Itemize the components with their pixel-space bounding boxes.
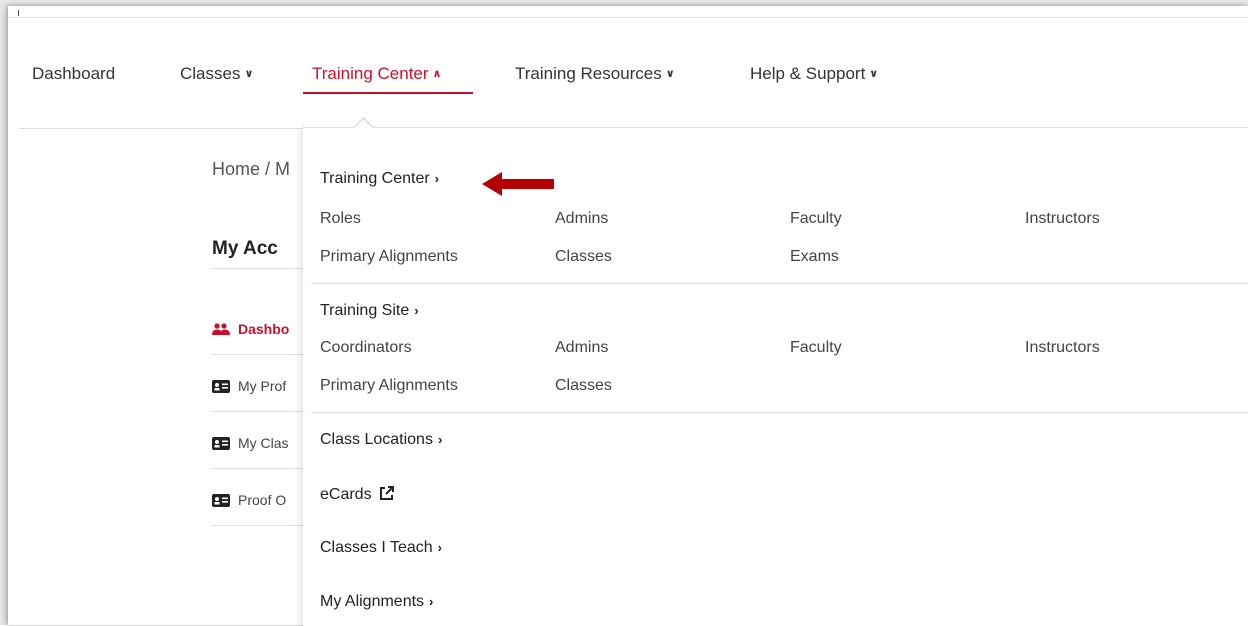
dropdown-link-classes-i-teach[interactable]: Classes I Teach › xyxy=(320,539,442,557)
breadcrumb[interactable]: Home / M xyxy=(212,159,290,180)
dropdown-divider xyxy=(311,283,1248,284)
sidebar-divider xyxy=(212,268,312,269)
dropdown-link-my-alignments[interactable]: My Alignments › xyxy=(320,593,433,611)
chevron-up-icon: ∧ xyxy=(432,68,442,80)
heading-label: eCards xyxy=(320,486,372,503)
chevron-down-icon: ∨ xyxy=(665,68,675,80)
nav-help-support-label: Help & Support xyxy=(750,64,866,83)
top-divider xyxy=(8,17,1248,18)
annotation-arrow-icon xyxy=(482,172,554,196)
link-tc-faculty[interactable]: Faculty xyxy=(790,210,842,228)
link-ts-primary-alignments[interactable]: Primary Alignments xyxy=(320,377,458,395)
link-ts-admins[interactable]: Admins xyxy=(555,339,608,357)
sidebar-item-label: My Prof xyxy=(238,378,287,394)
link-ts-coordinators[interactable]: Coordinators xyxy=(320,339,412,357)
nav-training-center[interactable]: Training Center ∧ xyxy=(312,64,441,84)
training-center-dropdown: Training Center › Roles Admins Faculty In… xyxy=(303,117,1248,626)
chevron-right-icon: › xyxy=(434,171,440,186)
id-card-icon xyxy=(212,494,230,507)
nav-training-resources-label: Training Resources xyxy=(515,64,662,83)
sidebar-divider xyxy=(212,525,312,526)
heading-label: Training Center xyxy=(320,170,430,187)
browser-window: Dashboard Classes ∨ Training Center ∧ Trai… xyxy=(8,6,1248,626)
sidebar-item-label: Dashbo xyxy=(238,321,290,337)
dropdown-link-class-locations[interactable]: Class Locations › xyxy=(320,431,442,449)
link-tc-primary-alignments[interactable]: Primary Alignments xyxy=(320,248,458,266)
dropdown-heading-training-site[interactable]: Training Site › xyxy=(320,302,419,320)
chevron-right-icon: › xyxy=(437,540,442,555)
nav-classes[interactable]: Classes ∨ xyxy=(180,64,253,84)
users-icon xyxy=(212,323,230,335)
link-ts-instructors[interactable]: Instructors xyxy=(1025,339,1100,357)
chevron-right-icon: › xyxy=(429,594,434,609)
dropdown-divider xyxy=(311,412,1248,413)
nav-training-center-label: Training Center xyxy=(312,64,429,83)
sidebar-item-label: My Clas xyxy=(238,435,289,451)
chevron-right-icon: › xyxy=(437,432,443,447)
id-card-icon xyxy=(212,437,230,450)
chevron-right-icon: › xyxy=(414,303,419,318)
sidebar-item-label: Proof O xyxy=(238,492,287,508)
link-tc-classes[interactable]: Classes xyxy=(555,248,612,266)
nav-help-support[interactable]: Help & Support ∨ xyxy=(750,64,878,84)
link-tc-roles[interactable]: Roles xyxy=(320,210,361,228)
main-nav: Dashboard Classes ∨ Training Center ∧ Trai… xyxy=(8,46,1248,126)
sidebar-item-my-profile[interactable]: My Prof xyxy=(212,378,286,394)
sidebar-divider xyxy=(212,411,312,412)
nav-classes-label: Classes xyxy=(180,64,241,83)
id-card-icon xyxy=(212,380,230,393)
heading-label: Training Site xyxy=(320,302,410,319)
chevron-down-icon: ∨ xyxy=(244,68,254,80)
heading-label: Class Locations xyxy=(320,431,433,448)
page-title: My Acc xyxy=(212,238,278,259)
nav-dashboard-label: Dashboard xyxy=(32,64,116,83)
heading-label: My Alignments xyxy=(320,593,425,610)
link-ts-faculty[interactable]: Faculty xyxy=(790,339,842,357)
dropdown-link-ecards[interactable]: eCards xyxy=(320,485,395,504)
active-nav-underline xyxy=(303,92,473,94)
link-tc-instructors[interactable]: Instructors xyxy=(1025,210,1100,228)
sidebar-item-my-classes[interactable]: My Clas xyxy=(212,435,289,451)
external-link-icon xyxy=(380,486,395,500)
heading-label: Classes I Teach xyxy=(320,539,433,556)
nav-dashboard[interactable]: Dashboard xyxy=(32,64,115,84)
sidebar-divider xyxy=(212,354,312,355)
top-tick-mark xyxy=(18,10,19,16)
chevron-down-icon: ∨ xyxy=(869,68,879,80)
link-tc-admins[interactable]: Admins xyxy=(555,210,608,228)
sidebar-divider xyxy=(212,468,312,469)
screenshot-frame: Dashboard Classes ∨ Training Center ∧ Trai… xyxy=(0,0,1248,626)
link-tc-exams[interactable]: Exams xyxy=(790,248,839,266)
sidebar-item-proof[interactable]: Proof O xyxy=(212,492,286,508)
link-ts-classes[interactable]: Classes xyxy=(555,377,612,395)
nav-training-resources[interactable]: Training Resources ∨ xyxy=(515,64,675,84)
sidebar-item-dashboard[interactable]: Dashbo xyxy=(212,321,289,337)
dropdown-heading-training-center[interactable]: Training Center › xyxy=(320,170,439,188)
